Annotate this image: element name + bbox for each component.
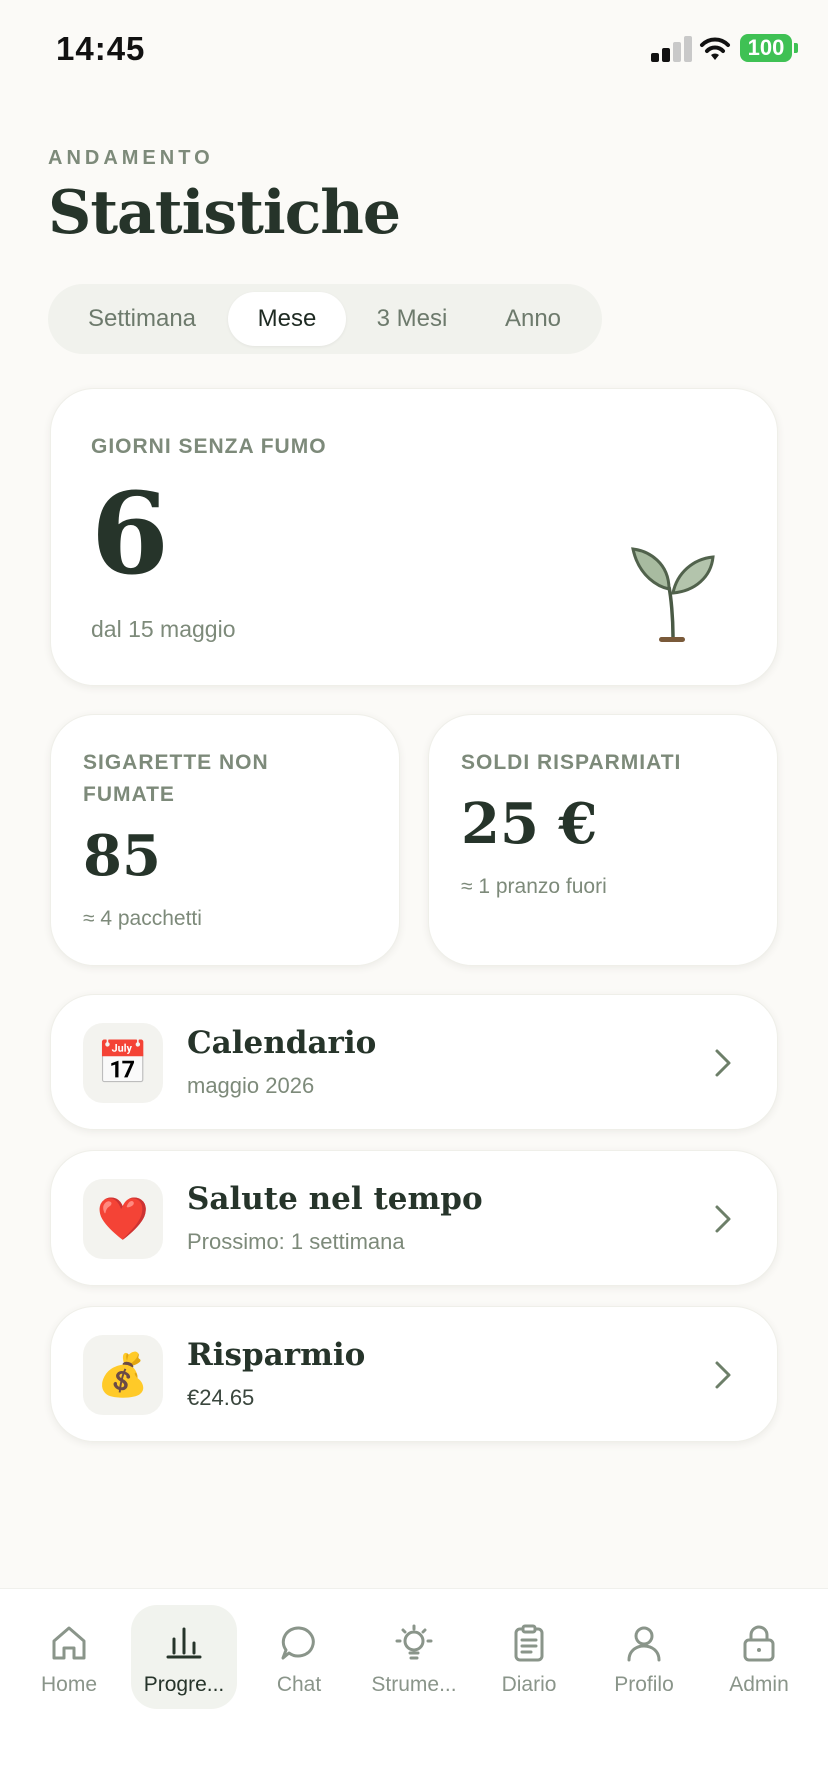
money-saved-card: SOLDI RISPARMIATI 25 € ≈ 1 pranzo fuori	[428, 714, 778, 966]
lightbulb-icon	[395, 1624, 433, 1660]
chevron-right-icon	[715, 1361, 731, 1389]
chevron-right-icon	[715, 1205, 731, 1233]
status-bar: 14:45 100	[0, 0, 828, 100]
tab-progress[interactable]: Progre...	[131, 1605, 237, 1709]
chevron-right-icon	[715, 1049, 731, 1077]
chat-icon	[281, 1626, 315, 1660]
sprout-icon	[631, 547, 715, 642]
tab-diary-label: Diario	[501, 1673, 557, 1696]
smoke-free-days: 6	[91, 469, 169, 600]
bottom-tab-bar: Home Progre... Chat Strume... Diario Pro…	[0, 1588, 828, 1792]
savings-title: Risparmio	[187, 1337, 366, 1373]
tab-admin[interactable]: Admin	[706, 1605, 812, 1709]
tab-chat[interactable]: Chat	[246, 1605, 352, 1709]
smoke-free-label: GIORNI SENZA FUMO	[91, 435, 327, 458]
tab-tools-label: Strume...	[371, 1673, 457, 1696]
heart-icon: ❤️	[83, 1179, 163, 1259]
segment-3-mesi[interactable]: 3 Mesi	[346, 292, 478, 346]
home-icon	[52, 1626, 86, 1660]
tab-home-label: Home	[40, 1673, 98, 1696]
calendar-icon: 📅	[83, 1023, 163, 1103]
cigarettes-sub: ≈ 4 pacchetti	[83, 907, 202, 930]
segment-anno[interactable]: Anno	[478, 292, 588, 346]
chart-icon	[166, 1627, 202, 1659]
cellular-signal-icon	[651, 36, 692, 62]
tab-tools[interactable]: Strume...	[361, 1605, 467, 1709]
tab-diary[interactable]: Diario	[476, 1605, 582, 1709]
smoke-free-card: GIORNI SENZA FUMO 6 dal 15 maggio	[50, 388, 778, 686]
segment-mese[interactable]: Mese	[228, 292, 346, 346]
page-eyebrow: ANDAMENTO	[48, 147, 214, 169]
battery-icon: 100	[740, 34, 798, 62]
money-saved-label: SOLDI RISPARMIATI	[461, 751, 682, 774]
health-title: Salute nel tempo	[187, 1181, 483, 1217]
tab-progress-label: Progre...	[143, 1673, 225, 1696]
tab-admin-label: Admin	[729, 1673, 789, 1696]
page-title: Statistiche	[48, 178, 401, 248]
calendar-subtitle: maggio 2026	[187, 1073, 315, 1098]
health-over-time-row[interactable]: ❤️ Salute nel tempo Prossimo: 1 settiman…	[50, 1150, 778, 1286]
tab-profile-label: Profilo	[614, 1673, 674, 1696]
money-bag-icon: 💰	[83, 1335, 163, 1415]
health-subtitle: Prossimo: 1 settimana	[187, 1229, 405, 1254]
cigarettes-value: 85	[83, 823, 161, 889]
tab-profile[interactable]: Profilo	[591, 1605, 697, 1709]
segment-settimana[interactable]: Settimana	[56, 292, 228, 346]
smoke-free-since: dal 15 maggio	[91, 616, 236, 642]
lock-icon	[743, 1625, 775, 1662]
money-saved-sub: ≈ 1 pranzo fuori	[461, 875, 607, 898]
wifi-icon	[700, 37, 730, 60]
savings-subtitle: €24.65	[187, 1385, 255, 1410]
savings-row[interactable]: 💰 Risparmio €24.65	[50, 1306, 778, 1442]
cigarettes-card: SIGARETTE NON FUMATE 85 ≈ 4 pacchetti	[50, 714, 400, 966]
period-segmented-control: Settimana Mese 3 Mesi Anno	[48, 284, 602, 354]
tab-chat-label: Chat	[276, 1673, 322, 1696]
calendar-title: Calendario	[187, 1025, 377, 1061]
status-time: 14:45	[56, 30, 146, 67]
calendar-row[interactable]: 📅 Calendario maggio 2026	[50, 994, 778, 1130]
cigarettes-label: SIGARETTE NON FUMATE	[83, 751, 269, 806]
user-icon	[627, 1626, 661, 1662]
money-saved-value: 25 €	[461, 791, 598, 857]
tab-home[interactable]: Home	[16, 1605, 122, 1709]
clipboard-icon	[514, 1624, 544, 1662]
